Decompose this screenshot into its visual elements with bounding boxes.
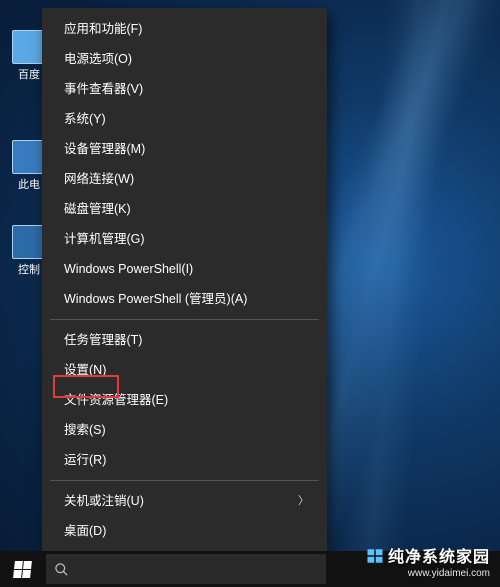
menu-item-file-explorer[interactable]: 文件资源管理器(E) xyxy=(42,385,327,415)
desktop-icon-label: 控制 xyxy=(18,264,40,276)
watermark-logo-icon xyxy=(366,547,384,565)
winx-context-menu: 应用和功能(F) 电源选项(O) 事件查看器(V) 系统(Y) 设备管理器(M)… xyxy=(42,8,327,552)
app-icon xyxy=(12,30,46,64)
watermark: 纯净系统家园 www.yidaimei.com xyxy=(366,547,490,579)
control-panel-icon xyxy=(12,225,46,259)
menu-item-power-options[interactable]: 电源选项(O) xyxy=(42,44,327,74)
menu-item-network-connections[interactable]: 网络连接(W) xyxy=(42,164,327,194)
this-pc-icon xyxy=(12,140,46,174)
start-button[interactable] xyxy=(0,551,44,587)
menu-item-powershell[interactable]: Windows PowerShell(I) xyxy=(42,254,327,284)
chevron-right-icon: 〉 xyxy=(298,493,309,509)
menu-item-settings[interactable]: 设置(N) xyxy=(42,355,327,385)
desktop-icon-label: 百度 xyxy=(18,69,40,81)
desktop: 百度 此电 控制 应用和功能(F) 电源选项(O) 事件查看器(V) 系统(Y)… xyxy=(0,0,500,587)
menu-item-apps-features[interactable]: 应用和功能(F) xyxy=(42,14,327,44)
menu-item-search[interactable]: 搜索(S) xyxy=(42,415,327,445)
menu-item-system[interactable]: 系统(Y) xyxy=(42,104,327,134)
menu-separator xyxy=(50,480,319,481)
menu-item-powershell-admin[interactable]: Windows PowerShell (管理员)(A) xyxy=(42,284,327,314)
menu-item-computer-management[interactable]: 计算机管理(G) xyxy=(42,224,327,254)
menu-item-run[interactable]: 运行(R) xyxy=(42,445,327,475)
menu-item-event-viewer[interactable]: 事件查看器(V) xyxy=(42,74,327,104)
desktop-icon-label: 此电 xyxy=(18,179,40,191)
menu-item-shutdown-signout[interactable]: 关机或注销(U) 〉 xyxy=(42,486,327,516)
search-icon xyxy=(54,562,69,577)
menu-separator xyxy=(50,319,319,320)
watermark-title: 纯净系统家园 xyxy=(388,549,490,566)
menu-item-disk-management[interactable]: 磁盘管理(K) xyxy=(42,194,327,224)
menu-item-task-manager[interactable]: 任务管理器(T) xyxy=(42,325,327,355)
menu-item-desktop[interactable]: 桌面(D) xyxy=(42,516,327,546)
taskbar-search[interactable]: 在这里输入你要搜索的内容 xyxy=(46,554,326,584)
watermark-url: www.yidaimei.com xyxy=(366,568,490,580)
windows-logo-icon xyxy=(13,561,32,578)
menu-item-device-manager[interactable]: 设备管理器(M) xyxy=(42,134,327,164)
